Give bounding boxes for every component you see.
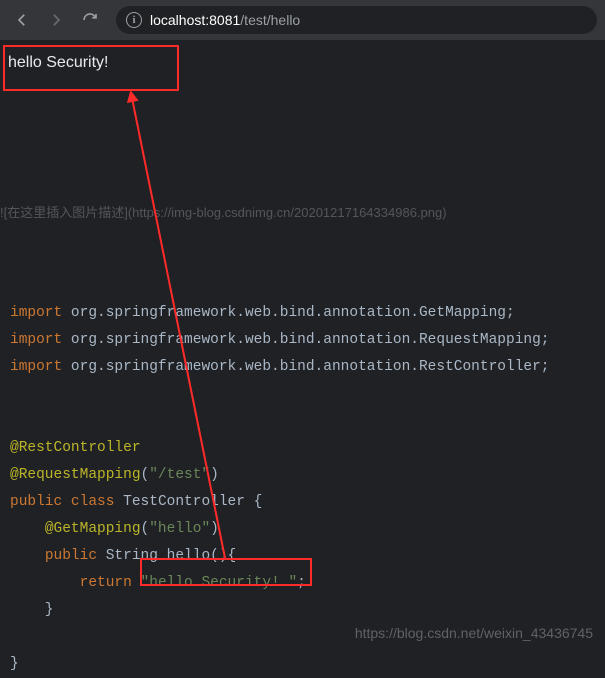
site-info-icon[interactable]: i [126,12,142,28]
watermark: https://blog.csdn.net/weixin_43436745 [355,625,593,641]
browser-toolbar: i localhost:8081/test/hello [0,0,605,40]
url-text: localhost:8081/test/hello [150,12,300,28]
forward-button[interactable] [42,6,70,34]
code-editor: import org.springframework.web.bind.anno… [10,300,605,678]
highlight-box-return [140,558,312,586]
back-button[interactable] [8,6,36,34]
address-bar[interactable]: i localhost:8081/test/hello [116,6,597,34]
url-host: localhost:8081 [150,12,240,28]
reload-button[interactable] [76,6,104,34]
highlight-box-output [3,45,179,91]
faint-caption: ![在这里插入图片描述](https://img-blog.csdnimg.cn… [0,202,447,221]
url-path: /test/hello [240,12,300,28]
